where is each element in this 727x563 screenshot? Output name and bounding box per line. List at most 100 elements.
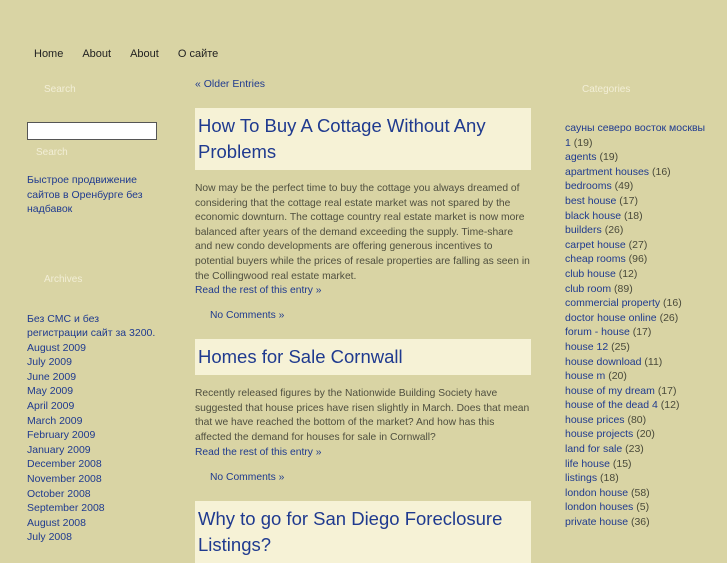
post-title: How To Buy A Cottage Without Any Problem… xyxy=(195,108,531,170)
post-title-link[interactable]: How To Buy A Cottage Without Any Problem… xyxy=(198,115,486,162)
category-link[interactable]: apartment houses xyxy=(565,166,649,178)
category-count: (20) xyxy=(608,370,627,383)
archive-link[interactable]: June 2009 xyxy=(27,371,76,383)
archive-link[interactable]: February 2009 xyxy=(27,429,95,441)
category-count: (25) xyxy=(611,340,630,353)
category-link[interactable]: cheap rooms xyxy=(565,253,626,265)
category-link[interactable]: house of my dream xyxy=(565,385,655,397)
category-link[interactable]: club house xyxy=(565,268,616,280)
post-title-link[interactable]: Why to go for San Diego Foreclosure List… xyxy=(198,508,502,555)
category-count: (58) xyxy=(630,486,650,499)
category-item: black house (18) xyxy=(565,209,725,224)
category-link[interactable]: agents xyxy=(565,151,597,163)
category-item: house 12 (25) xyxy=(565,340,725,355)
category-link[interactable]: private house xyxy=(565,516,628,528)
categories-list: сауны северо восток москвы 1 (19) agents (… xyxy=(565,121,725,530)
category-item: club house (12) xyxy=(565,267,725,282)
post-title: Homes for Sale Cornwall xyxy=(195,339,531,376)
category-item: apartment houses (16) xyxy=(565,165,725,180)
category-link[interactable]: house 12 xyxy=(565,341,608,353)
archive-item: March 2009 xyxy=(27,414,162,429)
category-item: сауны северо восток москвы xyxy=(565,121,725,136)
category-link[interactable]: london house xyxy=(565,487,628,499)
right-sidebar: Categories сауны северо восток москвы 1 (… xyxy=(565,84,725,530)
category-item: house m (20) xyxy=(565,369,725,384)
category-link[interactable]: house projects xyxy=(565,428,633,440)
category-link[interactable]: black house xyxy=(565,210,621,222)
comments-link[interactable]: No Comments » xyxy=(195,310,531,321)
archive-link[interactable]: December 2008 xyxy=(27,458,102,470)
top-nav: Home About About О сайте xyxy=(34,48,237,60)
archive-link[interactable]: July 2009 xyxy=(27,356,72,368)
category-link[interactable]: carpet house xyxy=(565,239,626,251)
category-link[interactable]: сауны северо восток москвы xyxy=(565,122,705,134)
category-link[interactable]: house of the dead 4 xyxy=(565,399,658,411)
category-count: (49) xyxy=(614,180,634,193)
archive-link[interactable]: September 2008 xyxy=(27,502,105,514)
archive-item: April 2009 xyxy=(27,399,162,414)
archive-item: July 2009 xyxy=(27,355,162,370)
category-link[interactable]: commercial property xyxy=(565,297,660,309)
category-count: (96) xyxy=(628,253,648,266)
category-link[interactable]: doctor house online xyxy=(565,312,657,324)
archive-link[interactable]: March 2009 xyxy=(27,415,82,427)
category-link[interactable]: life house xyxy=(565,458,610,470)
category-item: forum - house (17) xyxy=(565,325,725,340)
post-title-link[interactable]: Homes for Sale Cornwall xyxy=(198,346,403,367)
category-link[interactable]: best house xyxy=(565,195,616,207)
archive-link[interactable]: August 2009 xyxy=(27,342,86,354)
category-count: (17) xyxy=(657,384,677,397)
archive-link[interactable]: October 2008 xyxy=(27,488,91,500)
category-link[interactable]: listings xyxy=(565,472,597,484)
category-count: (19) xyxy=(599,151,619,164)
nav-about-2[interactable]: About xyxy=(130,48,159,60)
category-link[interactable]: 1 xyxy=(565,137,571,149)
archive-link[interactable]: November 2008 xyxy=(27,473,102,485)
archive-link[interactable]: July 2008 xyxy=(27,531,72,543)
archive-item: July 2008 xyxy=(27,530,162,545)
category-link[interactable]: house download xyxy=(565,356,641,368)
nav-o-saite[interactable]: О сайте xyxy=(178,48,218,60)
category-item: london house (58) xyxy=(565,486,725,501)
category-count: (36) xyxy=(630,516,650,529)
search-input[interactable] xyxy=(27,122,157,140)
category-link[interactable]: club room xyxy=(565,283,611,295)
read-more-link[interactable]: Read the rest of this entry » xyxy=(195,284,531,298)
category-item: life house (15) xyxy=(565,457,725,472)
category-item: builders (26) xyxy=(565,223,725,238)
category-item: house projects (20) xyxy=(565,427,725,442)
archive-item: November 2008 xyxy=(27,472,162,487)
archive-link[interactable]: April 2009 xyxy=(27,400,74,412)
archive-item: June 2009 xyxy=(27,370,162,385)
comments-link[interactable]: No Comments » xyxy=(195,472,531,483)
category-item: listings (18) xyxy=(565,471,725,486)
archive-link[interactable]: January 2009 xyxy=(27,444,91,456)
category-link[interactable]: london houses xyxy=(565,501,633,513)
category-link[interactable]: house m xyxy=(565,370,605,382)
archive-link[interactable]: May 2009 xyxy=(27,385,73,397)
promo-link[interactable]: Быстрое продвижение сайтов в Оренбурге б… xyxy=(27,174,143,215)
category-link[interactable]: forum - house xyxy=(565,326,630,338)
nav-home[interactable]: Home xyxy=(34,48,63,60)
category-item: land for sale (23) xyxy=(565,442,725,457)
category-count: (26) xyxy=(659,311,679,324)
search-button[interactable]: Search xyxy=(27,147,162,158)
archive-link[interactable]: Без СМС и без регистрации сайт за 3200. xyxy=(27,313,155,340)
older-entries-link[interactable]: « Older Entries xyxy=(195,78,531,90)
category-item: club room (89) xyxy=(565,282,725,297)
post-title: Why to go for San Diego Foreclosure List… xyxy=(195,500,531,563)
category-link[interactable]: builders xyxy=(565,224,602,236)
nav-about[interactable]: About xyxy=(82,48,111,60)
archive-link[interactable]: August 2008 xyxy=(27,517,86,529)
category-link[interactable]: land for sale xyxy=(565,443,622,455)
category-item: house download (11) xyxy=(565,355,725,370)
archive-item: December 2008 xyxy=(27,457,162,472)
category-link[interactable]: bedrooms xyxy=(565,180,612,192)
category-item: best house (17) xyxy=(565,194,725,209)
read-more-link[interactable]: Read the rest of this entry » xyxy=(195,446,531,460)
category-link[interactable]: house prices xyxy=(565,414,625,426)
categories-title: Categories xyxy=(582,84,631,95)
post-body: Recently released figures by the Nationw… xyxy=(195,388,530,443)
post: How To Buy A Cottage Without Any Problem… xyxy=(195,108,531,321)
archive-item: August 2008 xyxy=(27,516,162,531)
